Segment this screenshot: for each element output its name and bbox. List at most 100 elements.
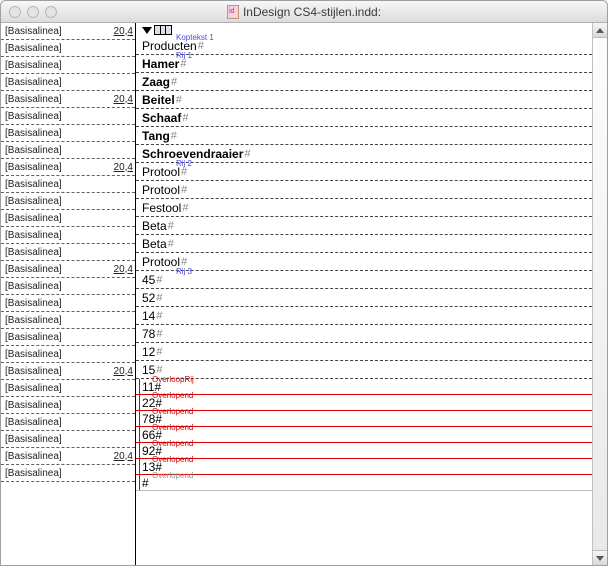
overset-annotation: Overlopend [152, 471, 193, 480]
cell-text: Protool [142, 255, 180, 269]
overset-row[interactable]: #Overlopend [136, 475, 607, 491]
overset-row[interactable]: 92#Overlopend [136, 443, 607, 459]
style-row: [Basisalinea] [1, 210, 135, 227]
end-marker: # [182, 202, 188, 214]
table-row[interactable]: Beta# [136, 217, 607, 235]
table-row[interactable]: Zaag# [136, 73, 607, 91]
table-row[interactable]: Beitel# [136, 91, 607, 109]
style-label: [Basisalinea] [5, 332, 62, 343]
style-label: [Basisalinea] [5, 26, 62, 37]
style-row: [Basisalinea] [1, 278, 135, 295]
style-row: [Basisalinea] [1, 380, 135, 397]
row-annotation: Koptekst 1 [176, 33, 214, 42]
end-marker: # [156, 364, 162, 376]
table-row[interactable]: Beta# [136, 235, 607, 253]
table-row[interactable]: Protool#Rij 2 [136, 163, 607, 181]
cell-text: Tang [142, 129, 170, 143]
end-marker: # [156, 292, 162, 304]
table-marker [136, 23, 172, 37]
minimize-icon[interactable] [27, 6, 39, 18]
table-row[interactable]: Tang# [136, 127, 607, 145]
style-label: [Basisalinea] [5, 349, 62, 360]
style-number: 20,4 [114, 264, 133, 275]
title-center: InDesign CS4-stijlen.indd: [1, 5, 607, 19]
cell-text: Zaag [142, 75, 170, 89]
style-row: [Basisalinea] 20,4 [1, 91, 135, 108]
document-rows: Producten#Koptekst 1Hamer#Rij 1Zaag#Beit… [136, 37, 607, 491]
table-row[interactable]: Protool# [136, 181, 607, 199]
scroll-up-icon[interactable] [593, 23, 607, 38]
style-label: [Basisalinea] [5, 417, 62, 428]
close-icon[interactable] [9, 6, 21, 18]
cell-text: 78 [142, 327, 155, 341]
cell-text: 45 [142, 273, 155, 287]
table-row[interactable]: Protool# [136, 253, 607, 271]
table-row[interactable]: Festool# [136, 199, 607, 217]
document-panel: Producten#Koptekst 1Hamer#Rij 1Zaag#Beit… [136, 23, 607, 565]
end-marker: # [171, 76, 177, 88]
table-row[interactable]: 14# [136, 307, 607, 325]
overset-annotation: Overlopend [152, 423, 193, 432]
table-row[interactable]: Hamer#Rij 1 [136, 55, 607, 73]
style-label: [Basisalinea] [5, 162, 62, 173]
style-number: 20,4 [114, 451, 133, 462]
table-row[interactable]: Schaaf# [136, 109, 607, 127]
overset-row[interactable]: 66#Overlopend [136, 427, 607, 443]
style-label: [Basisalinea] [5, 383, 62, 394]
overset-annotation: OverloopRij [152, 375, 194, 384]
style-number: 20,4 [114, 26, 133, 37]
end-marker: # [182, 112, 188, 124]
style-label: [Basisalinea] [5, 94, 62, 105]
disclosure-triangle-icon[interactable] [142, 27, 152, 34]
style-row: [Basisalinea]20,4 [1, 159, 135, 176]
style-row: [Basisalinea] [1, 414, 135, 431]
cell-text: 12 [142, 345, 155, 359]
overset-zone: 11#OverloopRij22#Overlopend78#Overlopend… [136, 379, 607, 491]
style-row: [Basisalinea] [1, 125, 135, 142]
style-label: [Basisalinea] [5, 128, 62, 139]
zoom-icon[interactable] [45, 6, 57, 18]
table-row[interactable]: Producten#Koptekst 1 [136, 37, 607, 55]
titlebar[interactable]: InDesign CS4-stijlen.indd: [1, 1, 607, 23]
style-number: 20,4 [114, 94, 133, 105]
cell-text: Schaaf [142, 111, 181, 125]
cell-text: Beta [142, 237, 167, 251]
table-icon [154, 25, 172, 35]
style-label: [Basisalinea] [5, 264, 62, 275]
traffic-lights [1, 6, 57, 18]
style-row: [Basisalinea] [1, 465, 135, 482]
end-marker: # [244, 148, 250, 160]
vertical-scrollbar[interactable] [592, 23, 607, 565]
end-marker: # [156, 310, 162, 322]
table-row[interactable]: 52# [136, 289, 607, 307]
style-label: [Basisalinea] [5, 281, 62, 292]
cell-text: 52 [142, 291, 155, 305]
table-row[interactable]: 45#Rij 3 [136, 271, 607, 289]
overset-row[interactable]: 11#OverloopRij [136, 379, 607, 395]
window-title: InDesign CS4-stijlen.indd: [243, 5, 381, 19]
overset-row[interactable]: 22#Overlopend [136, 395, 607, 411]
overset-row[interactable]: 78#Overlopend [136, 411, 607, 427]
style-row: [Basisalinea] [1, 295, 135, 312]
table-row[interactable]: 12# [136, 343, 607, 361]
overset-row[interactable]: 13#Overlopend [136, 459, 607, 475]
cell-text: Protool [142, 165, 180, 179]
style-label: [Basisalinea] [5, 111, 62, 122]
style-label: [Basisalinea] [5, 434, 62, 445]
end-marker: # [156, 274, 162, 286]
end-marker: # [156, 346, 162, 358]
style-label: [Basisalinea] [5, 366, 62, 377]
style-label: [Basisalinea] [5, 77, 62, 88]
style-label: [Basisalinea] [5, 451, 62, 462]
cell-text: Beitel [142, 93, 175, 107]
row-annotation: Rij 3 [176, 267, 192, 276]
table-row[interactable]: 78# [136, 325, 607, 343]
table-row[interactable]: 15# [136, 361, 607, 379]
scroll-down-icon[interactable] [593, 550, 607, 565]
cell-text: Festool [142, 201, 181, 215]
table-row[interactable]: Schroevendraaier# [136, 145, 607, 163]
style-row: [Basisalinea] [1, 142, 135, 159]
style-label: [Basisalinea] [5, 43, 62, 54]
end-marker: # [181, 256, 187, 268]
content-area: [Basisalinea] 20,4 [Basisalinea] [Basisalin… [1, 23, 607, 565]
